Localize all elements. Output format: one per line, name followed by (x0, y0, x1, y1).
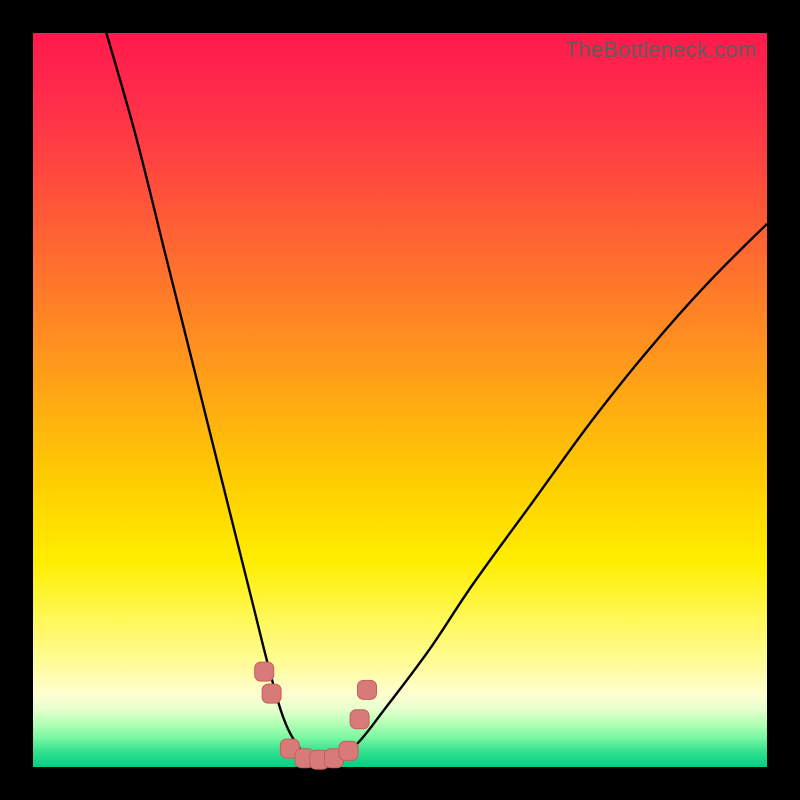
bottleneck-marker (350, 710, 369, 729)
chart-svg (33, 33, 767, 767)
left-branch-curve (106, 33, 326, 767)
curve-group (106, 33, 767, 767)
bottleneck-marker (255, 662, 274, 681)
marker-group (255, 662, 377, 769)
bottleneck-marker (262, 684, 281, 703)
bottleneck-marker (358, 680, 377, 699)
bottleneck-marker (339, 741, 358, 760)
plot-area: TheBottleneck.com (33, 33, 767, 767)
right-branch-curve (327, 224, 767, 767)
chart-frame: TheBottleneck.com (0, 0, 800, 800)
